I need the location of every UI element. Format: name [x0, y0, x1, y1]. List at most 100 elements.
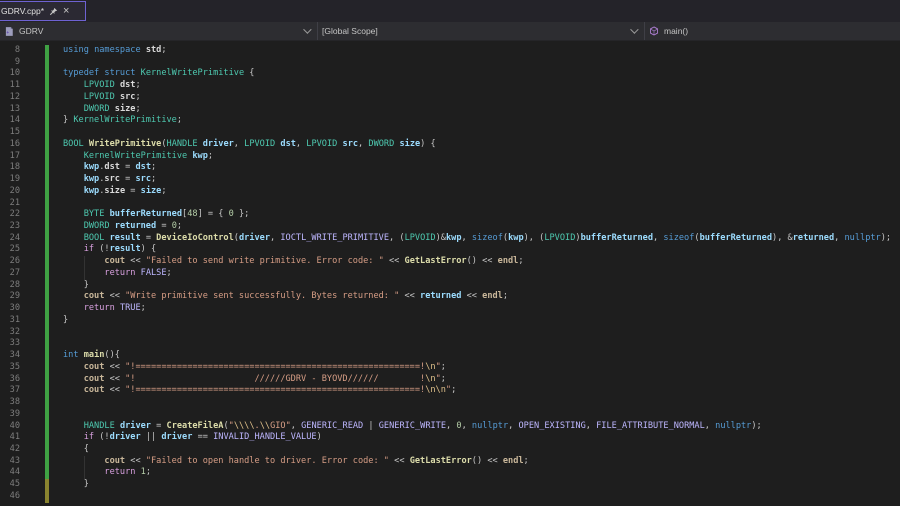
code-line[interactable]: 34 int main(){ — [0, 350, 900, 362]
line-number: 43 — [9, 455, 20, 466]
line-number: 10 — [9, 68, 20, 79]
change-indicator — [45, 127, 49, 139]
code-line[interactable]: 8 using namespace std; — [0, 45, 900, 57]
code-line[interactable]: 40 HANDLE driver = CreateFileA("\\\\.\\G… — [0, 420, 900, 433]
line-number: 19 — [9, 174, 20, 185]
code-text: DWORD returned = 0; — [83, 221, 183, 232]
code-line[interactable]: 30 return TRUE; — [0, 303, 900, 315]
code-line[interactable]: 43 cout << "Failed to open handle to dri… — [0, 455, 900, 468]
code-line[interactable]: 17 KernelWritePrimitive kwp; — [0, 150, 900, 163]
code-editor[interactable]: 8 using namespace std; 9 10 typedef struct K… — [0, 41, 900, 503]
code-line[interactable]: 37 cout << "!===========================… — [0, 385, 900, 398]
change-indicator — [45, 397, 49, 409]
code-line[interactable]: 16 BOOL WritePrimitive(HANDLE driver, LPV… — [0, 138, 900, 151]
code-line[interactable]: 36 cout << "! //////GDRV - BYOVD////// !… — [0, 373, 900, 386]
change-indicator — [45, 91, 49, 104]
line-number: 22 — [9, 209, 20, 220]
code-line[interactable]: 22 BYTE bufferReturned[48] = { 0 }; — [0, 209, 900, 222]
code-text: cout << "! //////GDRV - BYOVD////// !\n"… — [83, 373, 446, 384]
line-number: 41 — [9, 432, 20, 443]
code-line[interactable]: 9 — [0, 56, 900, 69]
code-line[interactable]: 24 BOOL result = DeviceIoControl(driver,… — [0, 232, 900, 245]
code-text: cout << "!==============================… — [83, 385, 457, 396]
close-icon[interactable]: × — [63, 6, 69, 17]
line-number: 25 — [9, 244, 20, 255]
tab-gdrv-cpp[interactable]: GDRV.cpp* × — [0, 1, 86, 21]
code-line[interactable]: 10 typedef struct KernelWritePrimitive { — [0, 68, 900, 81]
change-indicator — [45, 361, 49, 374]
code-line[interactable]: 15 — [0, 127, 900, 139]
change-indicator — [45, 185, 49, 198]
code-line[interactable]: 25 if (!result) { — [0, 244, 900, 257]
code-line[interactable]: 32 — [0, 326, 900, 339]
change-indicator — [45, 350, 49, 362]
code-text: { — [63, 443, 89, 454]
line-number: 8 — [14, 45, 20, 55]
code-line[interactable]: 31} — [0, 314, 900, 327]
breadcrumb-symbol-dropdown[interactable]: main() — [645, 22, 900, 40]
code-line[interactable]: 12 LPVOID src; — [0, 91, 900, 104]
indent-guide — [83, 455, 85, 468]
change-indicator — [45, 150, 49, 163]
line-number: 32 — [9, 326, 20, 337]
breadcrumb-symbol-label: main() — [664, 26, 689, 36]
line-number: 27 — [9, 267, 20, 278]
change-indicator — [45, 80, 49, 92]
code-line[interactable]: 18 kwp.dst = dst; — [0, 162, 900, 175]
vs-editor-window: GDRV.cpp* × + GDRV [Global Scope] main()… — [0, 0, 900, 506]
line-number: 26 — [9, 256, 20, 267]
line-number: 44 — [9, 467, 20, 478]
code-line[interactable]: 23 DWORD returned = 0; — [0, 221, 900, 233]
code-line[interactable]: 46 — [0, 490, 900, 503]
change-indicator — [45, 303, 49, 315]
line-number: 38 — [9, 397, 20, 408]
code-line[interactable]: 28 } — [0, 279, 900, 292]
code-text: return TRUE; — [83, 303, 146, 314]
line-number: 37 — [9, 385, 20, 396]
change-indicator — [45, 138, 49, 151]
change-indicator — [45, 291, 49, 304]
change-indicator — [45, 385, 49, 398]
line-number: 11 — [9, 80, 20, 91]
code-text: int main(){ — [63, 350, 120, 361]
breadcrumb-file-label: GDRV — [19, 26, 44, 36]
code-text: if (!result) { — [83, 244, 157, 255]
change-indicator — [45, 68, 49, 81]
change-indicator — [45, 338, 49, 351]
change-indicator — [45, 232, 49, 245]
code-line[interactable]: 26 cout << "Failed to send write primiti… — [0, 256, 900, 268]
change-indicator — [45, 479, 49, 491]
change-indicator — [45, 432, 49, 444]
line-number: 21 — [9, 197, 20, 208]
code-line[interactable]: 14} KernelWritePrimitive; — [0, 115, 900, 128]
code-line[interactable]: 11 LPVOID dst; — [0, 80, 900, 92]
code-line[interactable]: 13 DWORD size; — [0, 103, 900, 116]
code-line[interactable]: 44 return 1; — [0, 467, 900, 480]
code-line[interactable]: 35 cout << "!===========================… — [0, 361, 900, 374]
code-text: LPVOID dst; — [83, 80, 141, 91]
code-line[interactable]: 38 — [0, 397, 900, 409]
code-line[interactable]: 41 if (!driver || driver == INVALID_HAND… — [0, 432, 900, 444]
chevron-down-icon — [630, 25, 639, 34]
code-line[interactable]: 20 kwp.size = size; — [0, 185, 900, 198]
code-line[interactable]: 39 — [0, 408, 900, 421]
navigation-bar: + GDRV [Global Scope] main() — [0, 22, 900, 41]
code-line[interactable]: 27 return FALSE; — [0, 267, 900, 280]
code-line[interactable]: 21 — [0, 197, 900, 210]
pin-icon[interactable] — [49, 7, 58, 16]
code-line[interactable]: 45 } — [0, 479, 900, 491]
code-line[interactable]: 33 — [0, 338, 900, 351]
breadcrumb-file-dropdown[interactable]: + GDRV — [0, 22, 318, 40]
change-indicator — [45, 279, 49, 292]
line-number: 34 — [9, 350, 20, 361]
change-indicator — [45, 45, 49, 57]
breadcrumb-scope-dropdown[interactable]: [Global Scope] — [318, 22, 645, 40]
code-line[interactable]: 29 cout << "Write primitive sent success… — [0, 291, 900, 304]
code-text: return FALSE; — [63, 267, 172, 280]
change-indicator — [45, 455, 49, 468]
code-line[interactable]: 19 kwp.src = src; — [0, 174, 900, 186]
code-text: kwp.dst = dst; — [83, 162, 157, 173]
indent-guide — [83, 256, 85, 268]
code-line[interactable]: 42 { — [0, 443, 900, 456]
code-text: kwp.size = size; — [83, 185, 167, 196]
